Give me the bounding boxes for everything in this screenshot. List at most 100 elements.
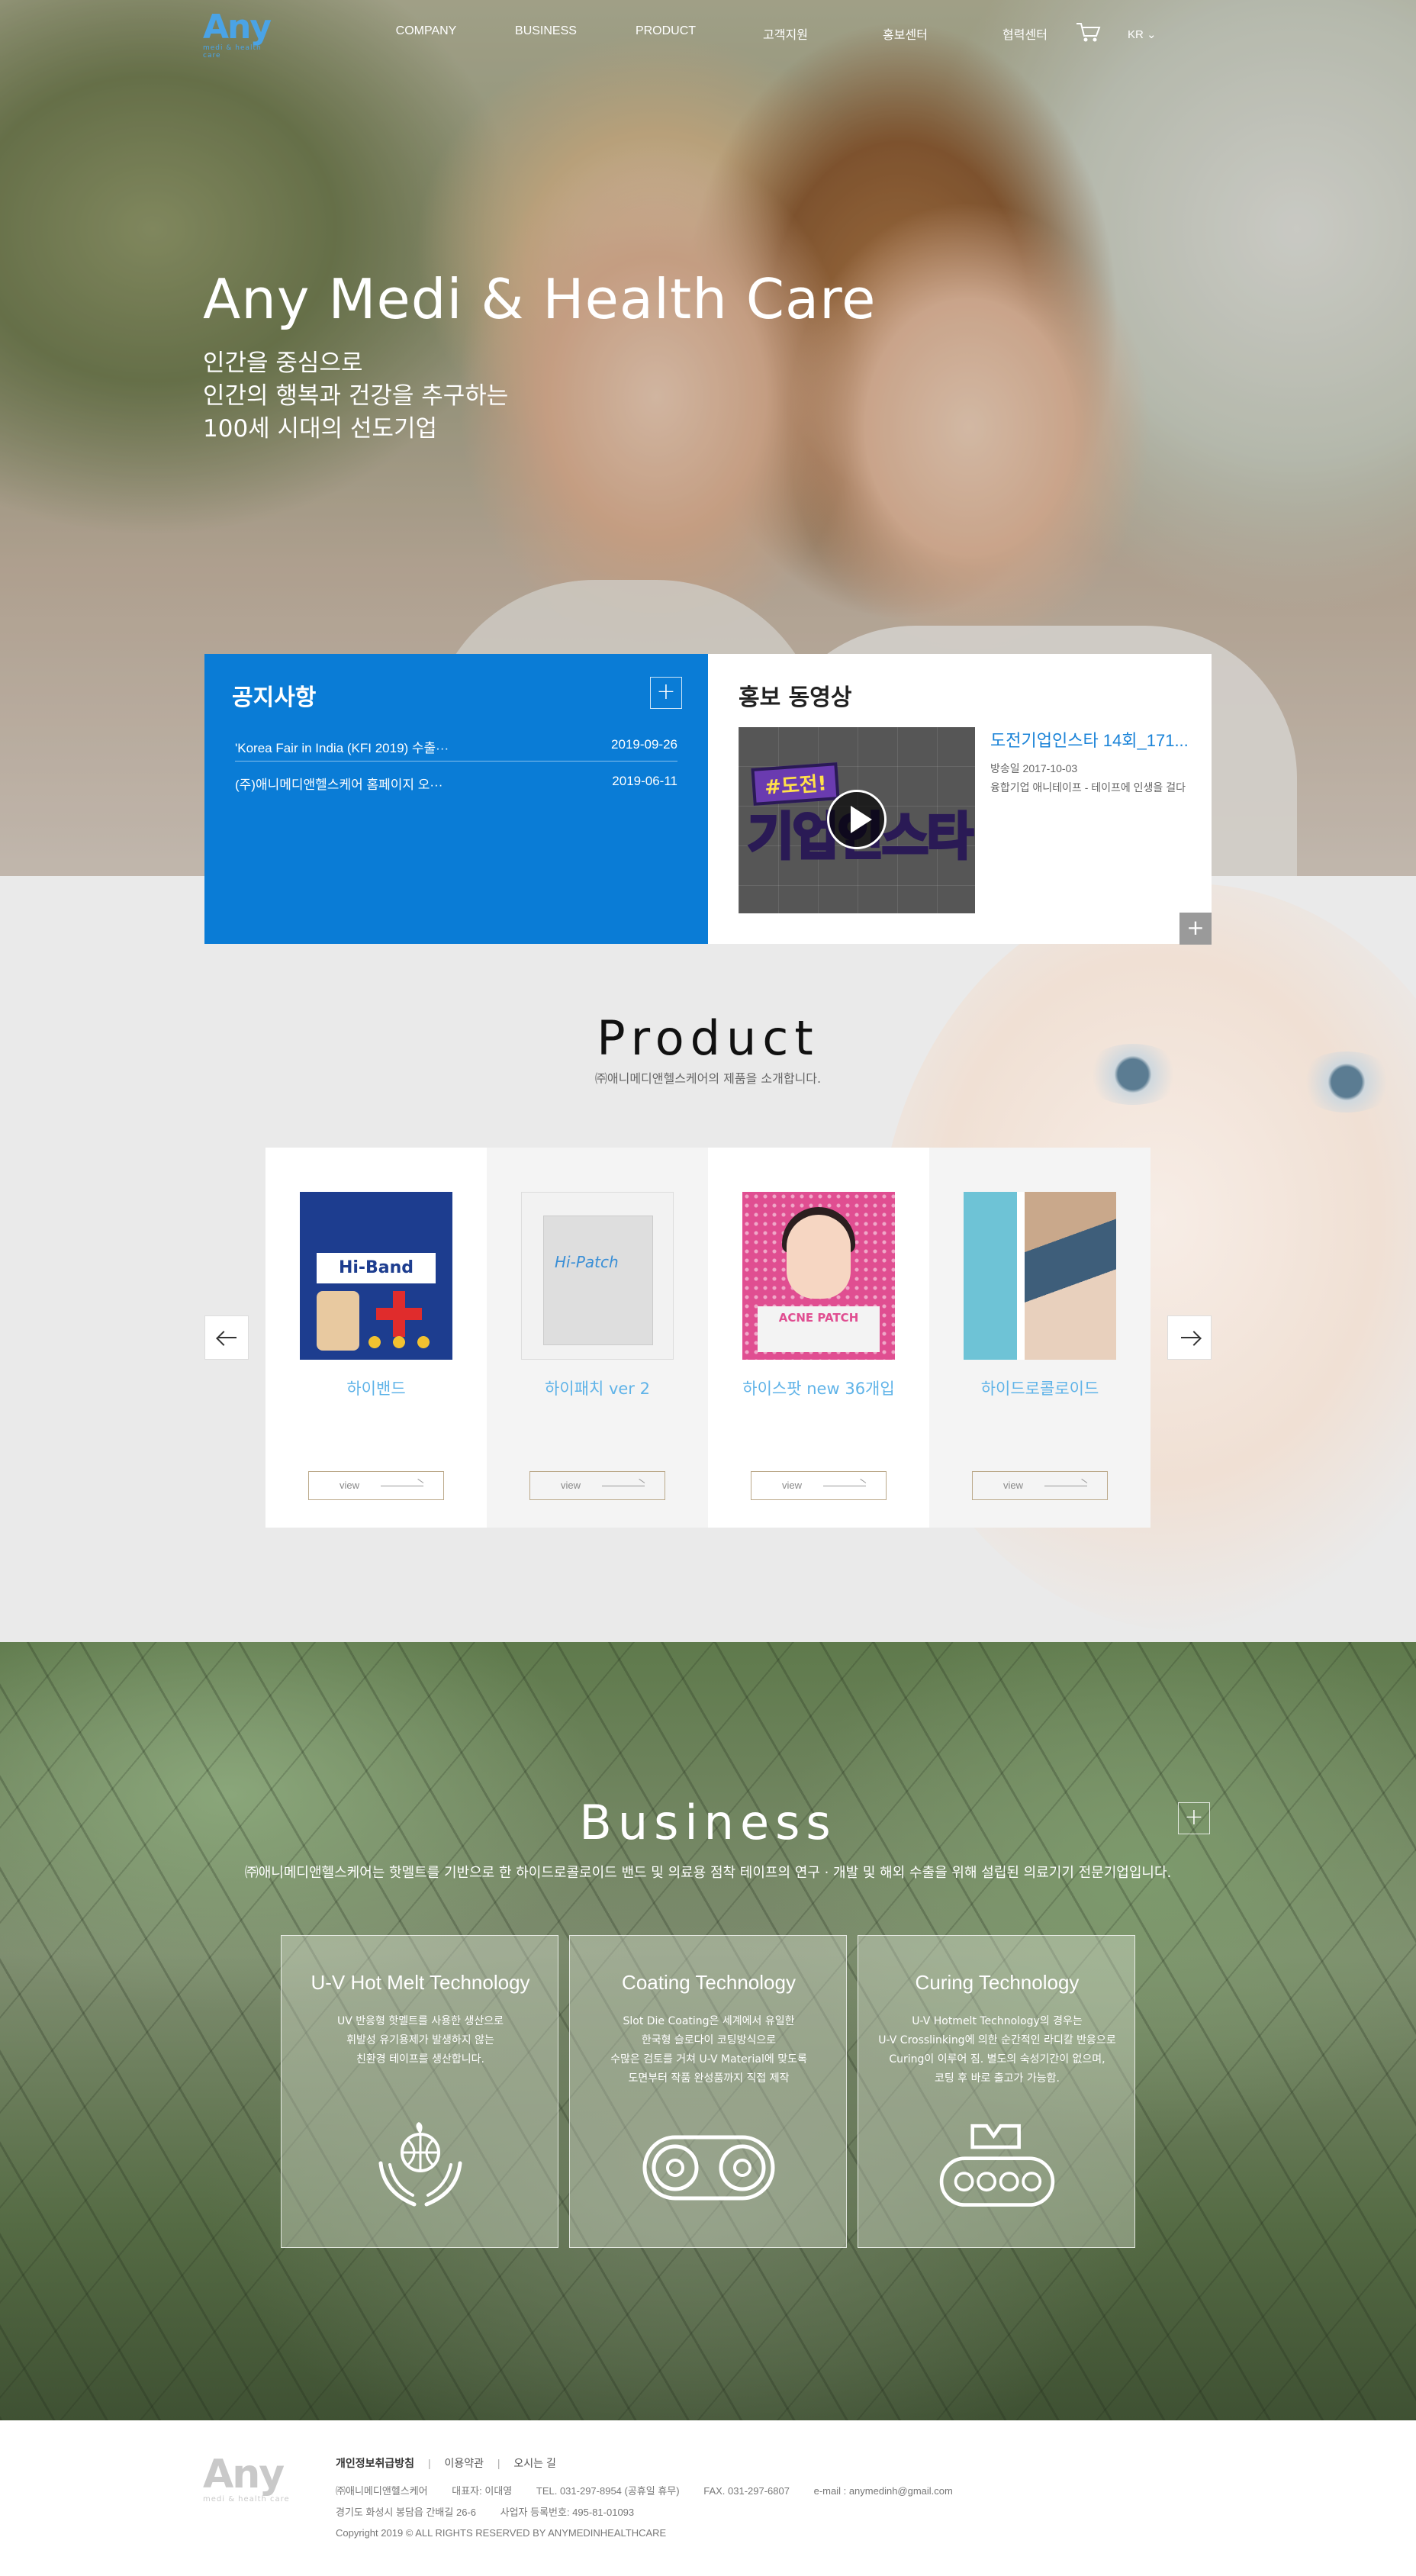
notice-item[interactable]: (주)애니메디앤헬스케어 홈페이지 오··· 2019-06-11 [235,762,677,798]
carousel-next-button[interactable] [1167,1315,1212,1360]
nav-pr-center[interactable]: 홍보센터 [845,24,965,43]
notice-title: 공지사항 [232,684,317,711]
business-more-button[interactable]: + [1178,1802,1210,1834]
notice-item[interactable]: 'Korea Fair in India (KFI 2019) 수출··· 20… [235,725,677,762]
product-image: ACNE PATCH [742,1192,895,1360]
arrow-left-icon [218,1337,237,1338]
nav-customer-support[interactable]: 고객지원 [726,24,845,43]
tech-title: Curing Technology [915,1971,1080,1994]
tech-description-line: Slot Die Coating은 세계에서 유일한 [623,2015,795,2027]
hero-tagline-line: 인간의 행복과 건강을 추구하는 [203,382,509,410]
footer-tel: TEL. 031-297-8954 (공휴일 휴무) [536,2485,680,2497]
footer-link-divider: | [427,2457,431,2469]
language-selector[interactable]: KR ⌄ [1128,27,1157,41]
tech-title: Coating Technology [622,1971,796,1994]
hero-tagline-line: 인간을 중심으로 [203,349,363,377]
product-title: Product [597,1010,819,1066]
logo-word: Any [203,8,272,47]
tech-card-coating[interactable]: Coating Technology Slot Die Coating은 세계에… [569,1935,847,2248]
hero-tagline-line: 100세 시대의 선도기업 [203,415,438,443]
package-panel [964,1192,1017,1360]
product-subtitle: ㈜애니메디앤헬스케어의 제품을 소개합니다. [594,1071,822,1086]
product-image-label: Hi-Band [317,1253,436,1283]
hero-tagline: 인간을 중심으로 인간의 행복과 건강을 추구하는 100세 시대의 선도기업 [203,347,508,446]
footer-company-name: ㈜애니메디앤헬스케어 [336,2485,428,2497]
product-view-button[interactable]: view [308,1471,444,1500]
roller-icon [642,2135,775,2201]
product-card[interactable]: 하이드로콜로이드 view [929,1148,1150,1528]
business-section: Business ㈜애니메디앤헬스케어는 핫멜트를 기반으로 한 하이드로콜로이… [0,1642,1416,2420]
video-section-title: 홍보 동영상 [739,684,852,711]
play-icon[interactable] [827,790,887,849]
video-more-button[interactable]: + [1179,913,1212,945]
nav-partner-center[interactable]: 협력센터 [965,24,1085,43]
footer-ceo: 대표자: 이대영 [452,2485,513,2497]
footer-copyright: Copyright 2019 © ALL RIGHTS RESERVED BY … [336,2527,667,2539]
logo-subtitle: medi & health care [203,44,262,60]
notice-item-date: 2019-09-26 [611,737,677,752]
footer-business-number: 사업자 등록번호: 495-81-01093 [500,2507,635,2518]
footer-logo[interactable]: Any medi & health care [203,2454,290,2504]
top-navigation: Any medi & health care COMPANY BUSINESS … [0,0,1416,69]
site-footer: Any medi & health care 개인정보취급방침 | 이용약관 |… [0,2420,1416,2576]
product-image: Hi-Patch [521,1192,674,1360]
footer-link-divider: | [497,2457,500,2469]
tech-description-line: U-V Crosslinking에 의한 순간적인 라디칼 반응으로 [878,2034,1116,2046]
site-logo[interactable]: Any medi & health care [203,8,272,60]
red-cross-icon [376,1291,422,1337]
footer-address: 경기도 화성시 봉담읍 간배길 26-6 [336,2507,476,2518]
video-item-title[interactable]: 도전기업인스타 14회_171... [990,727,1189,752]
tech-description-line: Curing이 이루어 짐. 별도의 숙성기간이 없으며, [889,2053,1105,2066]
bandage-shape [317,1291,359,1351]
footer-link-privacy[interactable]: 개인정보취급방침 [336,2457,414,2469]
view-label: view [1003,1480,1024,1491]
product-card[interactable]: Hi-Patch 하이패치 ver 2 view [487,1148,708,1528]
product-view-button[interactable]: view [751,1471,887,1500]
notice-more-button[interactable]: + [650,677,682,709]
tech-description-line: 도면부터 작품 완성품까지 직접 제작 [628,2072,790,2085]
footer-logo-subtitle: medi & health care [203,2495,290,2504]
product-name: 하이드로콜로이드 [980,1380,1099,1398]
cart-icon[interactable] [1076,21,1102,43]
carousel-prev-button[interactable] [204,1315,249,1360]
tech-description-line: U-V Hotmelt Technology의 경우는 [912,2015,1083,2027]
nav-company[interactable]: COMPANY [366,24,486,43]
footer-address-info: 경기도 화성시 봉담읍 간배길 26-6 사업자 등록번호: 495-81-01… [336,2504,655,2519]
nav-business[interactable]: BUSINESS [486,24,606,43]
product-view-button[interactable]: view [972,1471,1108,1500]
footer-link-directions[interactable]: 오시는 길 [513,2457,555,2469]
product-card[interactable]: Hi-Band 하이밴드 view [266,1148,487,1528]
notice-item-date: 2019-06-11 [612,774,677,788]
product-view-button[interactable]: view [529,1471,665,1500]
view-label: view [561,1480,581,1491]
dots-shape [362,1334,436,1351]
photo-collage [1025,1192,1116,1360]
product-image-label: Hi-Patch [555,1253,619,1271]
product-card[interactable]: ACNE PATCH 하이스팟 new 36개입 view [708,1148,929,1528]
business-subtitle: ㈜애니메디앤헬스케어는 핫멜트를 기반으로 한 하이드로콜로이드 밴드 및 의료… [244,1865,1172,1881]
nav-product[interactable]: PRODUCT [606,24,726,43]
product-image [964,1192,1116,1360]
main-menu: COMPANY BUSINESS PRODUCT 고객지원 홍보센터 협력센터 [366,24,1085,43]
tech-card-curing[interactable]: Curing Technology U-V Hotmelt Technology… [858,1935,1135,2248]
tech-description-line: UV 반응형 핫멜트를 사용한 생산으로 [337,2015,504,2027]
tech-description: Slot Die Coating은 세계에서 유일한 한국형 슬로다이 코팅방식… [579,2012,838,2088]
tech-card-uv-hot-melt[interactable]: U-V Hot Melt Technology UV 반응형 핫멜트를 사용한 … [281,1935,558,2248]
notice-item-title: 'Korea Fair in India (KFI 2019) 수출··· [235,741,449,755]
video-description: 융합기업 애니테이프 - 테이프에 인생을 걸다 [990,781,1186,794]
footer-links: 개인정보취급방침 | 이용약관 | 오시는 길 [336,2455,567,2471]
notice-item-title: (주)애니메디앤헬스케어 홈페이지 오··· [235,778,443,792]
footer-company-info: ㈜애니메디앤헬스케어 대표자: 이대영 TEL. 031-297-8954 (공… [336,2483,974,2497]
arrow-right-icon [1181,1337,1199,1338]
footer-link-terms[interactable]: 이용약관 [444,2457,484,2469]
product-name: 하이패치 ver 2 [545,1380,650,1398]
tech-description-line: 휘발성 유기용제가 발생하지 않는 [346,2034,494,2046]
tech-description: UV 반응형 핫멜트를 사용한 생산으로 휘발성 유기용제가 발생하지 않는 친… [291,2012,550,2069]
tech-description: U-V Hotmelt Technology의 경우는 U-V Crosslin… [867,2012,1127,2088]
face-shape [787,1215,851,1299]
video-thumbnail[interactable]: #도전! 기업인스타 [739,727,975,913]
tech-description-line: 코팅 후 바로 출고가 가능함. [935,2072,1060,2085]
pr-video-panel: 홍보 동영상 #도전! 기업인스타 도전기업인스타 14회_171... 방송일… [708,654,1212,944]
footer-fax: FAX. 031-297-6807 [703,2485,790,2497]
product-image-label: ACNE PATCH [758,1306,880,1352]
